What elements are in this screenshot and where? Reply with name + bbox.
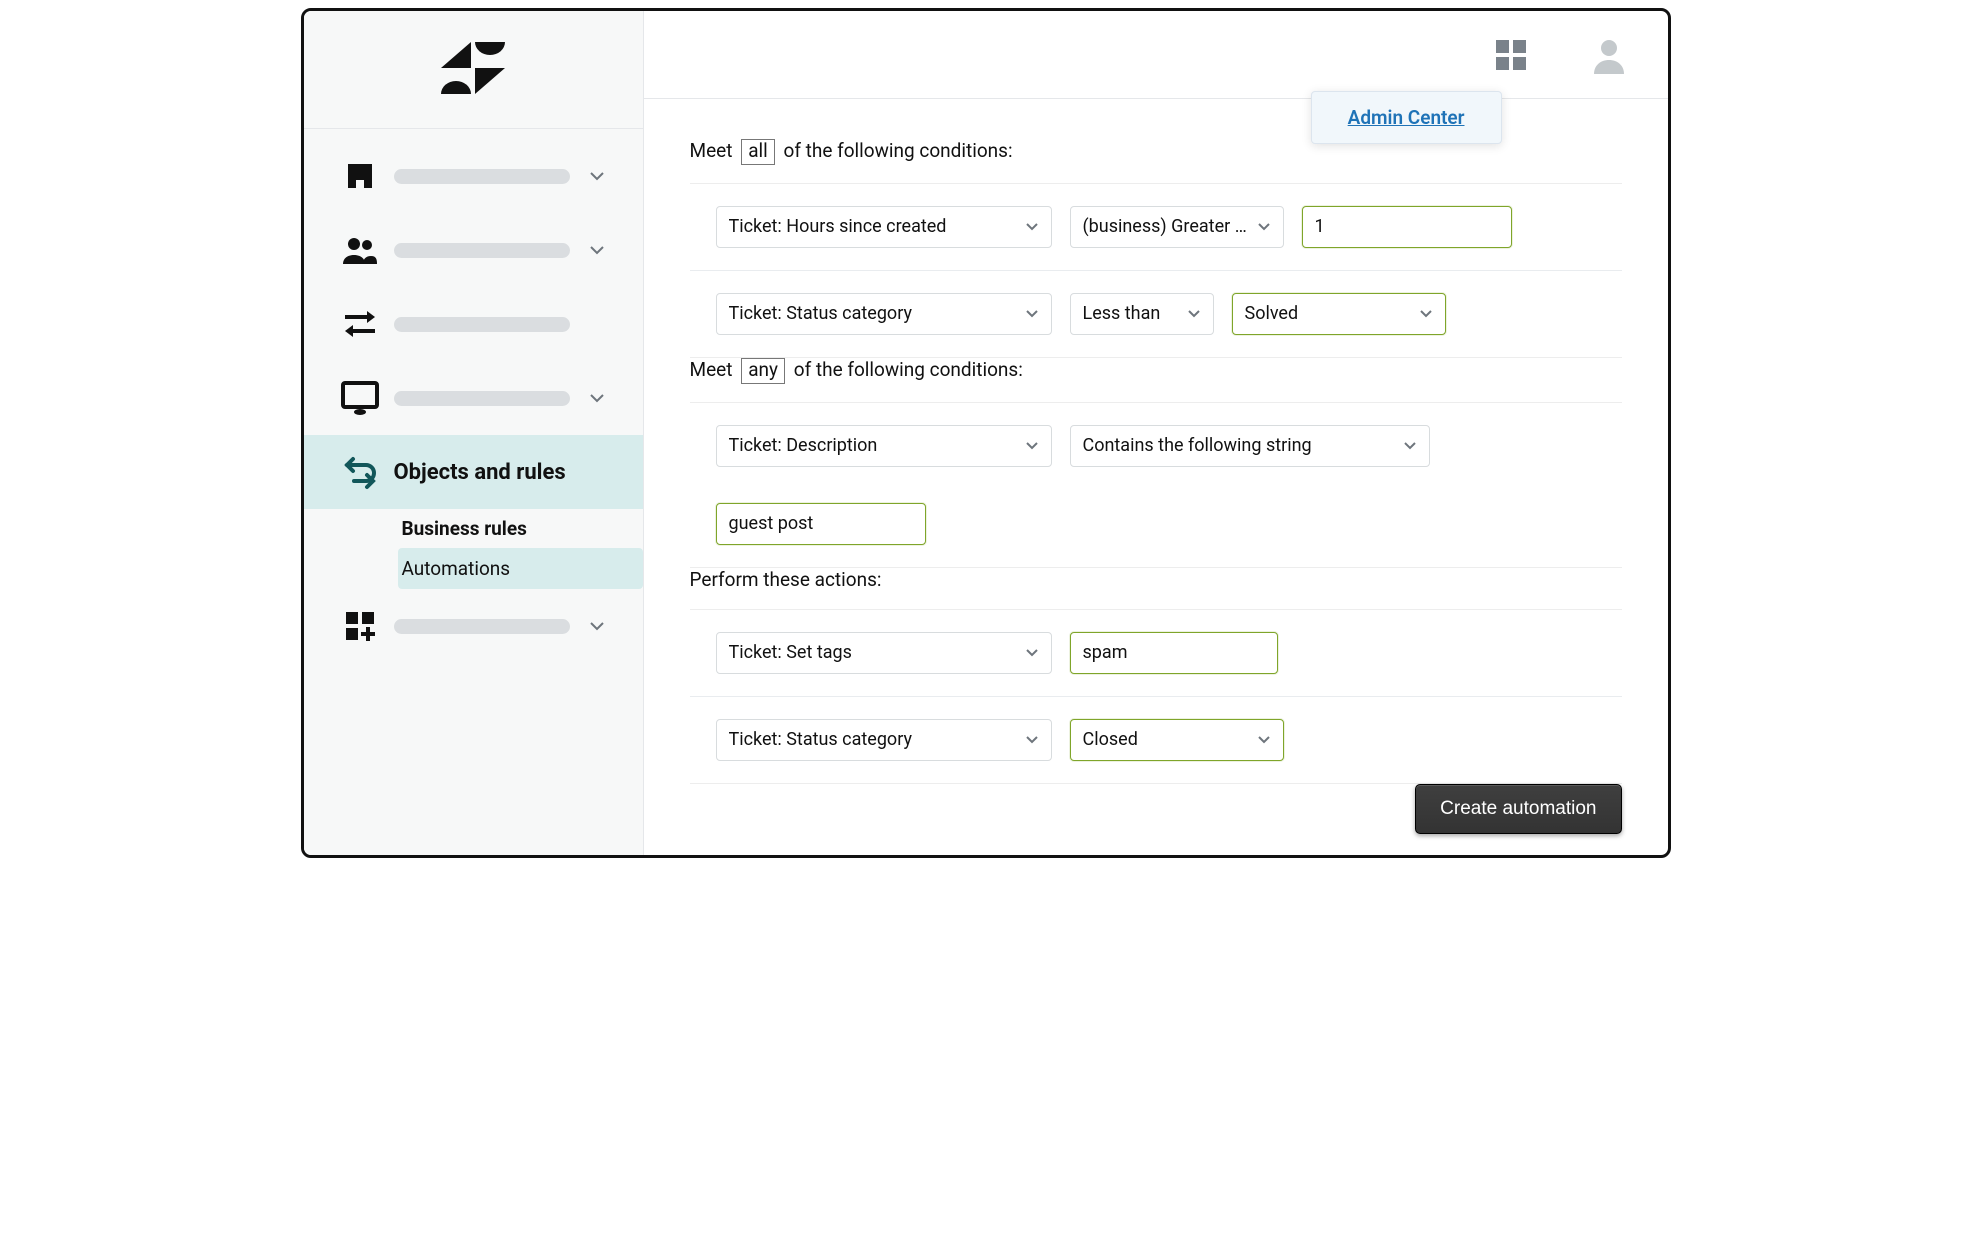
condition-operator-select[interactable]: Contains the following string <box>1070 425 1430 467</box>
placeholder-bar <box>394 391 570 406</box>
condition-operator-select[interactable]: (business) Greater than <box>1070 206 1284 248</box>
zendesk-logo-icon <box>441 42 505 98</box>
chevron-down-icon <box>1025 220 1039 234</box>
admin-center-tooltip: Admin Center <box>1311 91 1502 144</box>
chevron-down-icon <box>584 385 610 411</box>
sidebar-item-channels[interactable] <box>304 287 643 361</box>
subnav-link-automations[interactable]: Automations <box>398 548 643 589</box>
condition-row-1: Ticket: Description Contains the followi… <box>690 403 1622 567</box>
sidebar-subnav: Business rules Automations <box>304 509 643 589</box>
any-conditions-title: Meet any of the following conditions: <box>690 358 1622 384</box>
chevron-down-icon <box>1025 646 1039 660</box>
topbar <box>644 11 1668 99</box>
action-field-select[interactable]: Ticket: Status category <box>716 719 1052 761</box>
sidebar: Objects and rules Business rules Automat… <box>304 11 644 855</box>
automation-form: Meet all of the following conditions: Ti… <box>644 99 1668 855</box>
chevron-down-icon <box>584 163 610 189</box>
placeholder-bar <box>394 317 570 332</box>
arrows-icon <box>340 304 380 344</box>
sidebar-item-apps[interactable] <box>304 589 643 663</box>
condition-value-input[interactable]: guest post <box>716 503 926 545</box>
chevron-down-icon <box>1025 307 1039 321</box>
main-area: Admin Center Meet all of the following c… <box>644 11 1668 855</box>
chevron-down-icon <box>1419 307 1433 321</box>
chip-any: any <box>741 358 785 384</box>
action-field-select[interactable]: Ticket: Set tags <box>716 632 1052 674</box>
all-conditions-block: Ticket: Hours since created (business) G… <box>690 183 1622 358</box>
sidebar-item-account[interactable] <box>304 139 643 213</box>
create-automation-button[interactable]: Create automation <box>1415 784 1621 834</box>
sidebar-item-workspaces[interactable] <box>304 361 643 435</box>
apps-add-icon <box>340 606 380 646</box>
chip-all: all <box>741 139 775 165</box>
any-conditions-block: Ticket: Description Contains the followi… <box>690 402 1622 568</box>
actions-title: Perform these actions: <box>690 568 1622 591</box>
condition-value-input[interactable]: 1 <box>1302 206 1512 248</box>
monitor-icon <box>340 378 380 418</box>
user-profile-icon[interactable] <box>1590 36 1628 74</box>
logo-area <box>304 11 643 129</box>
sidebar-nav: Objects and rules Business rules Automat… <box>304 129 643 663</box>
action-value-select[interactable]: Closed <box>1070 719 1284 761</box>
condition-field-select[interactable]: Ticket: Status category <box>716 293 1052 335</box>
action-row-2: Ticket: Status category Closed <box>690 697 1622 783</box>
chevron-down-icon <box>1257 220 1271 234</box>
condition-row-1: Ticket: Hours since created (business) G… <box>690 184 1622 271</box>
chevron-down-icon <box>584 613 610 639</box>
sidebar-item-label: Objects and rules <box>394 460 621 485</box>
app-frame: Objects and rules Business rules Automat… <box>301 8 1671 858</box>
building-icon <box>340 156 380 196</box>
chevron-down-icon <box>1403 439 1417 453</box>
actions-block: Ticket: Set tags spam Ticket: Status cat… <box>690 609 1622 784</box>
chevron-down-icon <box>1187 307 1201 321</box>
chevron-down-icon <box>1257 733 1271 747</box>
people-icon <box>340 230 380 270</box>
subnav-group-business-rules: Business rules <box>402 509 643 548</box>
placeholder-bar <box>394 619 570 634</box>
admin-center-link[interactable]: Admin Center <box>1348 106 1465 129</box>
condition-operator-select[interactable]: Less than <box>1070 293 1214 335</box>
condition-field-select[interactable]: Ticket: Description <box>716 425 1052 467</box>
workflow-icon <box>340 452 380 492</box>
chevron-down-icon <box>1025 733 1039 747</box>
condition-value-select[interactable]: Solved <box>1232 293 1446 335</box>
sidebar-item-people[interactable] <box>304 213 643 287</box>
chevron-down-icon <box>584 237 610 263</box>
chevron-down-icon <box>1025 439 1039 453</box>
placeholder-bar <box>394 243 570 258</box>
sidebar-item-objects-rules[interactable]: Objects and rules <box>304 435 643 509</box>
action-row-1: Ticket: Set tags spam <box>690 610 1622 697</box>
action-value-input[interactable]: spam <box>1070 632 1278 674</box>
condition-row-2: Ticket: Status category Less than Solved <box>690 271 1622 357</box>
apps-grid-icon[interactable] <box>1492 36 1530 74</box>
placeholder-bar <box>394 169 570 184</box>
condition-field-select[interactable]: Ticket: Hours since created <box>716 206 1052 248</box>
